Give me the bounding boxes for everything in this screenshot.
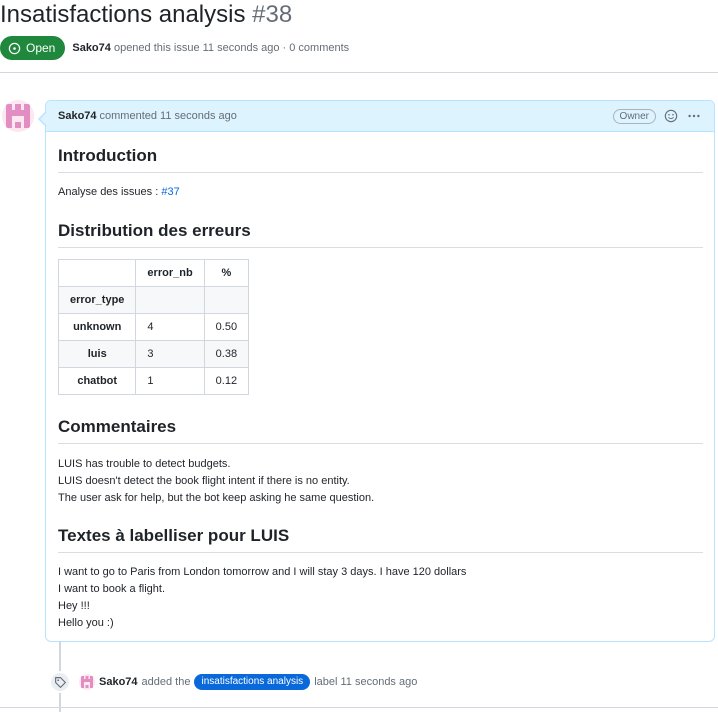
issue-number: #38 (252, 1, 293, 28)
label-pill[interactable]: insatisfactions analysis (194, 674, 311, 690)
issue-author-link[interactable]: Sako74 (72, 42, 111, 54)
issue-link[interactable]: #37 (161, 186, 179, 198)
issue-opened-icon (8, 42, 21, 55)
event-avatar[interactable] (79, 674, 95, 690)
heading-distribution: Distribution des erreurs (58, 220, 703, 248)
error-distribution-table: error_nb % error_type unknown 4 0.50 lui… (57, 259, 250, 395)
table-index-row: error_type (57, 286, 250, 314)
text-line: Hello you :) (58, 617, 114, 629)
table-cell: 0.38 (203, 340, 250, 368)
comment-line: The user ask for help, but the bot keep … (58, 492, 375, 504)
table-row-label: luis (57, 340, 137, 368)
intro-text: Analyse des issues : (58, 186, 162, 198)
event-author-link[interactable]: Sako74 (99, 676, 138, 688)
issue-title: Insatisfactions analysis #38 (0, 0, 292, 30)
smiley-icon[interactable] (664, 109, 678, 123)
issue-title-text: Insatisfactions analysis (0, 1, 246, 28)
text-line: I want to book a flight. (58, 583, 166, 595)
table-row-label: chatbot (57, 367, 137, 395)
text-line: Hey !!! (58, 600, 90, 612)
heading-introduction: Introduction (58, 145, 703, 173)
table-header-cell (57, 259, 137, 287)
opened-meta: Sako74 opened this issue 11 seconds ago … (72, 42, 349, 54)
avatar[interactable] (2, 100, 34, 132)
section-commentaires: Commentaires (58, 416, 703, 444)
table-header-row: error_nb % (57, 259, 250, 287)
state-badge: Open (0, 36, 66, 60)
table-cell: 1 (135, 367, 205, 395)
commentaires-paragraph: LUIS has trouble to detect budgets. LUIS… (58, 456, 374, 507)
owner-badge: Owner (612, 108, 656, 124)
comment-box: Sako74 commented 11 seconds ago Owner In… (38, 100, 715, 642)
section-textes: Textes à labelliser pour LUIS (58, 525, 703, 553)
event-suffix[interactable]: label 11 seconds ago (314, 676, 417, 688)
comment-time[interactable]: commented 11 seconds ago (100, 110, 237, 122)
issue-meta: Open Sako74 opened this issue 11 seconds… (0, 35, 349, 61)
tag-icon (49, 671, 71, 693)
label-event: Sako74 added the insatisfactions analysi… (49, 670, 417, 694)
opened-text: opened this issue 11 seconds ago · 0 com… (113, 42, 350, 54)
table-row-label: unknown (57, 313, 137, 341)
section-introduction: Introduction (58, 145, 703, 173)
table-row: luis 3 0.38 (57, 340, 250, 368)
table-cell: 0.50 (203, 313, 250, 341)
table-row: chatbot 1 0.12 (57, 367, 250, 395)
table-cell: 4 (135, 313, 205, 341)
comment-line: LUIS doesn't detect the book flight inte… (58, 475, 350, 487)
table-cell: 0.12 (203, 367, 250, 395)
comment-header: Sako74 commented 11 seconds ago Owner (46, 101, 714, 132)
heading-textes: Textes à labelliser pour LUIS (58, 525, 703, 553)
comment-line: LUIS has trouble to detect budgets. (58, 458, 231, 470)
bottom-divider (0, 707, 718, 708)
header-divider (0, 72, 718, 73)
section-distribution: Distribution des erreurs (58, 220, 703, 248)
event-action: added the (141, 676, 191, 688)
table-cell: 3 (135, 340, 205, 368)
table-row: unknown 4 0.50 (57, 313, 250, 341)
table-header-cell: error_nb (135, 259, 205, 287)
table-header-cell: % (203, 259, 250, 287)
comment-author-link[interactable]: Sako74 (58, 110, 97, 122)
text-line: I want to go to Paris from London tomorr… (58, 566, 467, 578)
textes-paragraph: I want to go to Paris from London tomorr… (58, 564, 466, 632)
issue-page: Insatisfactions analysis #38 Open Sako74… (0, 0, 718, 712)
table-index-name: error_type (57, 286, 137, 314)
heading-commentaires: Commentaires (58, 416, 703, 444)
intro-paragraph: Analyse des issues : #37 (58, 184, 180, 201)
state-label: Open (26, 41, 56, 55)
kebab-horizontal-icon[interactable] (686, 109, 702, 123)
